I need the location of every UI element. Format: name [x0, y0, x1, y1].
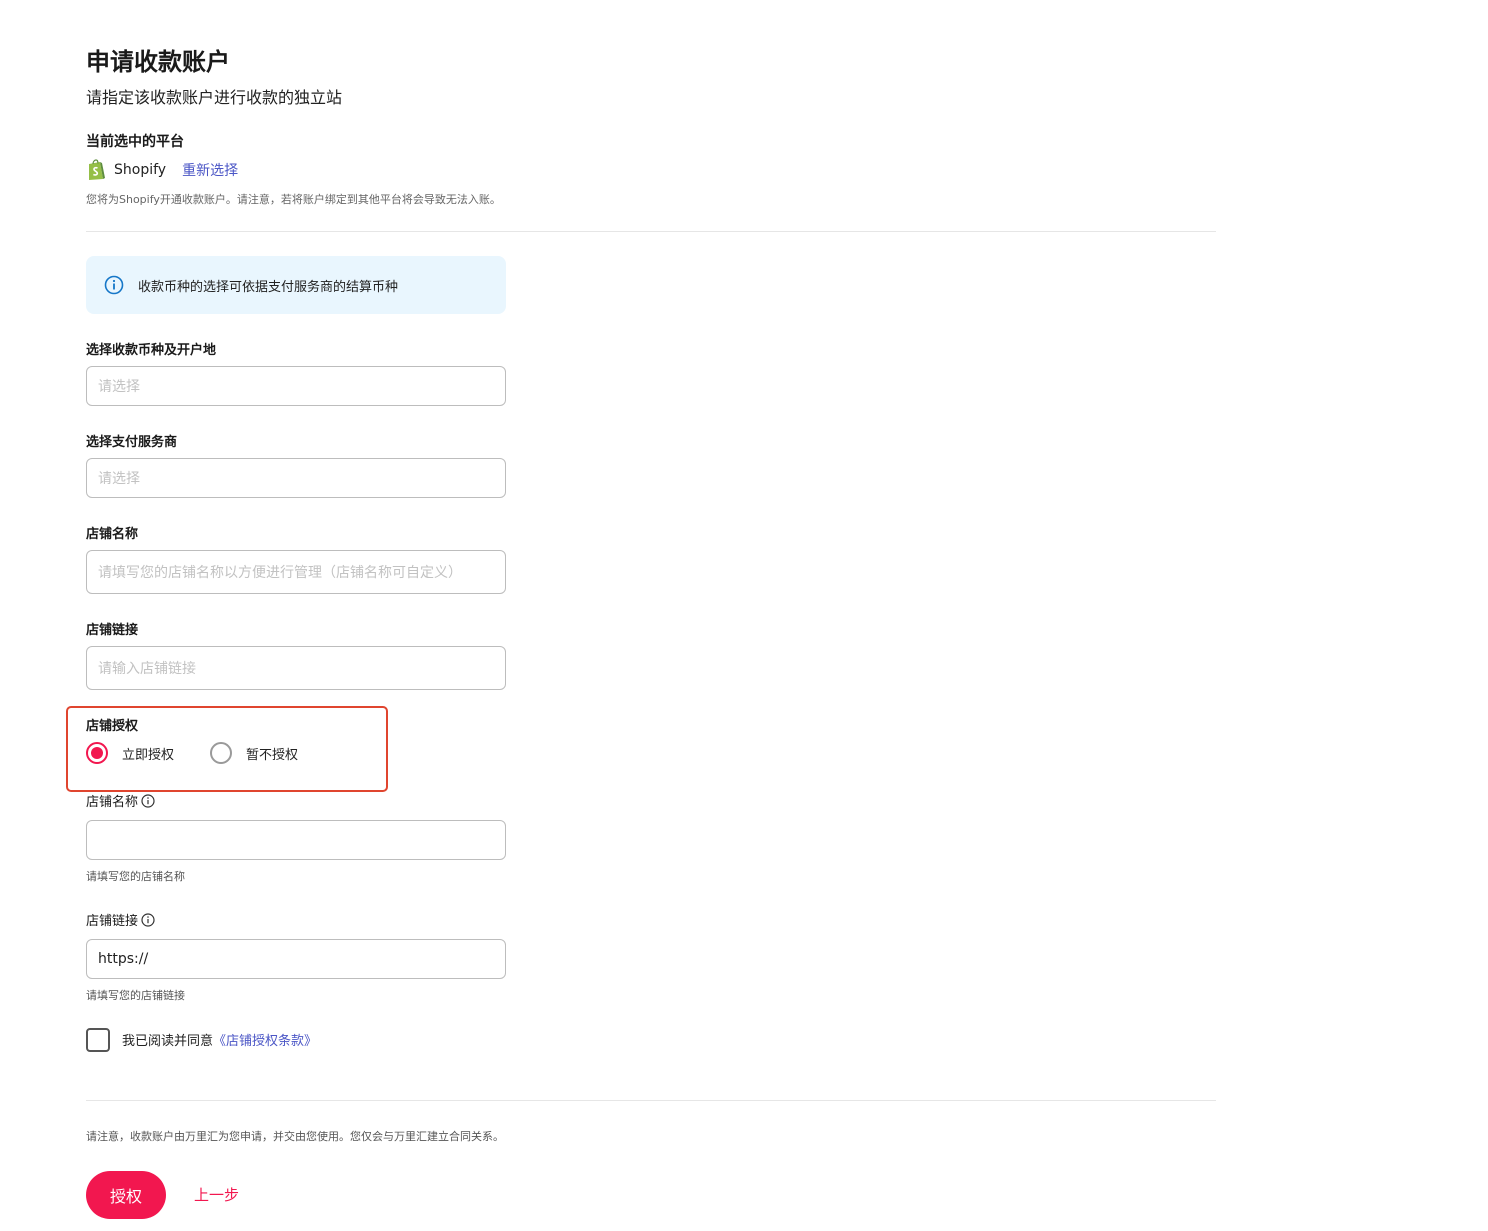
provider-placeholder: 请选择 — [98, 471, 140, 487]
radio-authorize-later-label[interactable]: 暂不授权 — [246, 744, 298, 763]
store-name-input[interactable]: 请填写您的店铺名称以方便进行管理（店铺名称可自定义） — [86, 550, 506, 594]
authorization-label: 店铺授权 — [86, 719, 139, 734]
store-name-label: 店铺名称 — [86, 527, 139, 542]
auth-store-link-input[interactable]: https:// — [86, 939, 506, 979]
radio-authorize-later[interactable] — [210, 742, 233, 764]
agreement-text: 我已阅读并同意《店铺授权条款》 — [122, 1030, 317, 1049]
authorization-radio-group: 立即授权 暂不授权 — [86, 740, 334, 766]
store-name-placeholder: 请填写您的店铺名称以方便进行管理（店铺名称可自定义） — [98, 565, 462, 581]
auth-store-link-value: https:// — [98, 951, 149, 967]
auth-store-name-help: 请填写您的店铺名称 — [86, 870, 185, 883]
store-link-label: 店铺链接 — [86, 623, 139, 638]
platform-label: 当前选中的平台 — [86, 134, 184, 150]
divider — [86, 231, 1216, 232]
store-link-input[interactable]: 请输入店铺链接 — [86, 646, 506, 690]
currency-select[interactable]: 请选择 — [86, 366, 506, 406]
auth-store-name-label-row: 店铺名称 — [86, 791, 155, 810]
shopify-icon — [86, 159, 106, 181]
agreement-checkbox[interactable] — [86, 1028, 110, 1052]
divider — [86, 1100, 1216, 1101]
info-icon — [104, 275, 124, 295]
provider-label: 选择支付服务商 — [86, 435, 178, 450]
agreement-label: 我已阅读并同意 — [122, 1034, 214, 1049]
footer-note: 请注意，收款账户由万里汇为您申请，并交由您使用。您仅会与万里汇建立合同关系。 — [86, 1130, 504, 1143]
info-banner-text: 收款币种的选择可依据支付服务商的结算币种 — [138, 279, 399, 295]
info-banner: 收款币种的选择可依据支付服务商的结算币种 — [86, 256, 506, 314]
radio-authorize-now-label[interactable]: 立即授权 — [122, 744, 174, 763]
back-link[interactable]: 上一步 — [194, 1184, 239, 1205]
reselect-link[interactable]: 重新选择 — [182, 160, 238, 180]
info-icon[interactable] — [141, 793, 155, 808]
auth-store-link-label-row: 店铺链接 — [86, 910, 155, 929]
provider-select[interactable]: 请选择 — [86, 458, 506, 498]
page-title: 申请收款账户 — [86, 48, 230, 76]
store-link-placeholder: 请输入店铺链接 — [98, 661, 196, 677]
terms-link[interactable]: 《店铺授权条款》 — [213, 1034, 317, 1049]
radio-authorize-now[interactable] — [86, 742, 108, 764]
platform-note: 您将为Shopify开通收款账户。请注意，若将账户绑定到其他平台将会导致无法入账… — [86, 193, 501, 206]
authorize-button[interactable]: 授权 — [86, 1171, 166, 1219]
auth-store-link-help: 请填写您的店铺链接 — [86, 989, 185, 1002]
platform-name: Shopify — [114, 162, 167, 178]
platform-row: Shopify 重新选择 — [86, 158, 238, 182]
auth-store-link-label: 店铺链接 — [86, 914, 139, 929]
auth-store-name-input[interactable] — [86, 820, 506, 860]
auth-store-name-label: 店铺名称 — [86, 795, 139, 810]
currency-label: 选择收款币种及开户地 — [86, 343, 217, 358]
page-subtitle: 请指定该收款账户进行收款的独立站 — [86, 88, 343, 107]
info-icon[interactable] — [141, 912, 155, 927]
currency-placeholder: 请选择 — [98, 379, 140, 395]
